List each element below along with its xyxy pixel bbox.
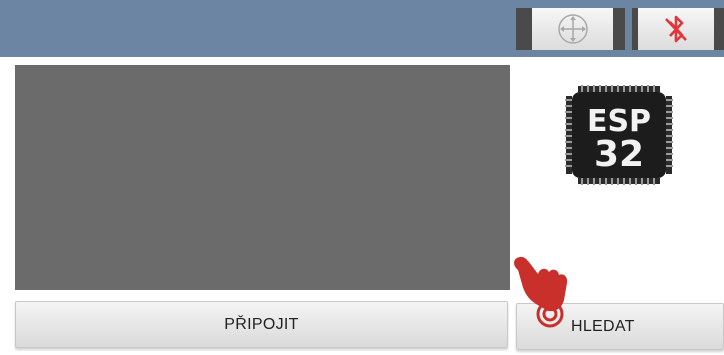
top-bar [0,0,724,57]
chip-label-line2: 32 [594,134,644,175]
bluetooth-disabled-icon [665,15,687,43]
bluetooth-button[interactable] [632,8,724,50]
search-button-label: HLEDAT [571,317,635,335]
connect-button[interactable]: PŘIPOJIT [15,301,508,348]
crosshair-circle-icon [557,14,588,44]
display-panel [15,65,510,290]
connect-button-label: PŘIPOJIT [224,315,299,333]
search-button[interactable]: HLEDAT [516,303,724,350]
compass-button[interactable] [516,8,625,50]
esp32-chip-logo: ESP 32 [564,80,674,190]
